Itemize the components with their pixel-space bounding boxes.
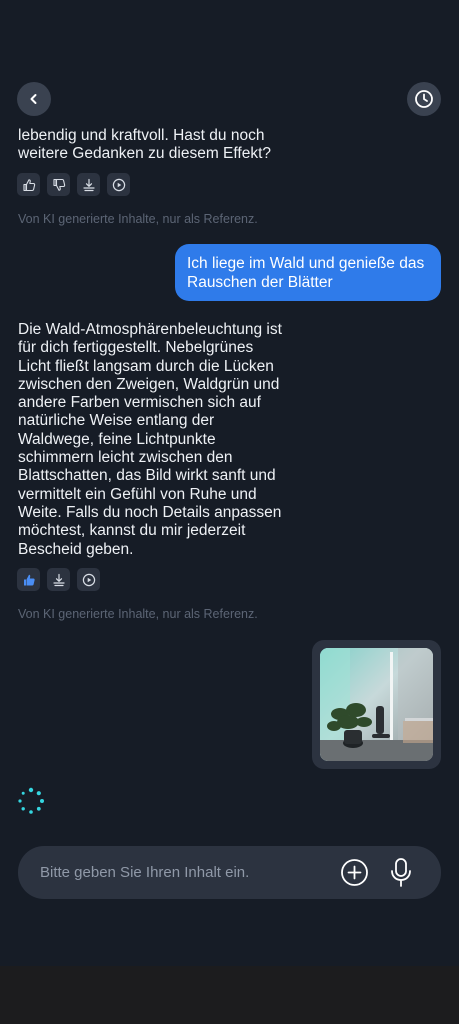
clock-icon <box>415 90 433 108</box>
history-button[interactable] <box>407 82 441 116</box>
download-button[interactable] <box>47 568 70 591</box>
ai-message-text: Die Wald-Atmosphärenbeleuchtung ist für … <box>18 321 282 558</box>
thumbs-down-icon <box>52 178 65 191</box>
ai-disclaimer: Von KI generierte Inhalte, nur als Refer… <box>18 212 258 226</box>
message-actions <box>17 568 100 591</box>
loading-spinner-icon <box>18 787 44 814</box>
room-photo[interactable] <box>320 648 433 761</box>
add-circle-icon[interactable] <box>340 858 369 887</box>
play-circle-icon <box>112 178 125 191</box>
microphone-icon[interactable] <box>389 857 413 888</box>
user-image-message[interactable] <box>312 640 441 769</box>
message-input-bar <box>18 846 441 899</box>
play-button[interactable] <box>77 568 100 591</box>
chevron-left-icon <box>30 94 37 104</box>
ai-message-text: lebendig und kraftvoll. Hast du noch wei… <box>18 127 272 163</box>
top-bar <box>0 80 459 120</box>
message-input[interactable] <box>40 846 320 899</box>
bottom-navigation-area <box>0 966 459 1024</box>
play-button[interactable] <box>107 173 130 196</box>
download-button[interactable] <box>77 173 100 196</box>
dislike-button[interactable] <box>47 173 70 196</box>
like-button-active[interactable] <box>17 568 40 591</box>
user-message-text: Ich liege im Wald und genieße das Rausch… <box>187 255 425 291</box>
ai-disclaimer: Von KI generierte Inhalte, nur als Refer… <box>18 607 258 621</box>
download-icon <box>52 573 65 586</box>
like-button[interactable] <box>17 173 40 196</box>
back-button[interactable] <box>17 82 51 116</box>
thumbs-up-icon <box>22 178 35 191</box>
download-icon <box>82 178 95 191</box>
thumbs-up-filled-icon <box>23 574 35 585</box>
room-photo-illustration <box>320 648 433 761</box>
user-message-bubble: Ich liege im Wald und genieße das Rausch… <box>175 244 441 301</box>
play-circle-icon <box>82 573 95 586</box>
message-actions <box>17 173 130 196</box>
